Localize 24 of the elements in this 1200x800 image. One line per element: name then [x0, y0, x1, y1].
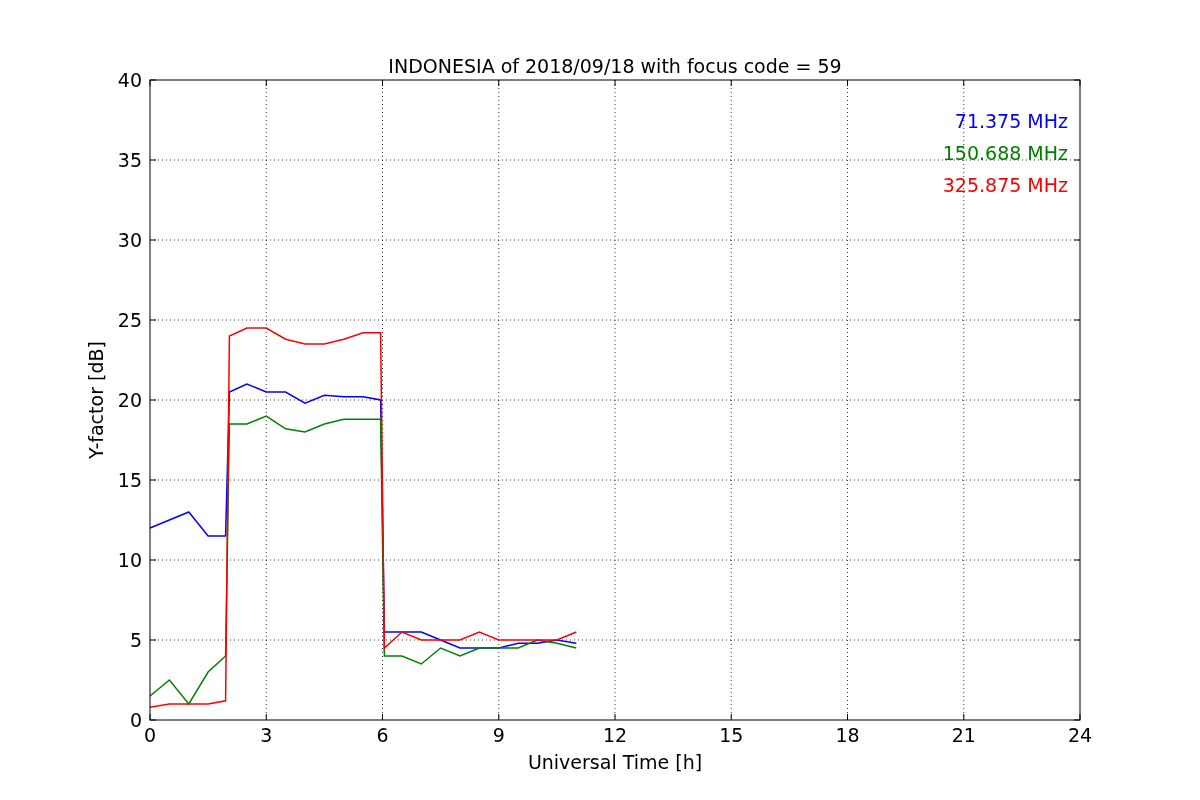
legend-label: 71.375 MHz — [954, 110, 1068, 132]
tick-label: 12 — [602, 724, 628, 746]
tick-label: 3 — [260, 724, 273, 746]
tick-label: 25 — [117, 309, 142, 331]
tick-label: 9 — [492, 724, 505, 746]
axis-title: Y-factor [dB] — [85, 341, 107, 459]
tick-label: 0 — [143, 724, 157, 746]
tick-label: 30 — [117, 229, 142, 251]
tick-label: 10 — [117, 549, 142, 571]
legend-label: 325.875 MHz — [942, 174, 1068, 196]
tick-label: 21 — [951, 724, 976, 746]
tick-label: 24 — [1067, 724, 1093, 746]
tick-label: 0 — [129, 709, 142, 731]
axis-title: Universal Time [h] — [527, 751, 703, 773]
tick-label: 15 — [117, 469, 142, 491]
tick-label: 35 — [117, 149, 142, 171]
tick-label: 15 — [719, 724, 744, 746]
tick-label: 18 — [835, 724, 860, 746]
tick-label: 20 — [117, 389, 142, 411]
tick-label: 40 — [117, 69, 142, 91]
chart-title: INDONESIA of 2018/09/18 with focus code = 59 — [388, 55, 842, 77]
tick-label: 5 — [129, 629, 142, 651]
legend-label: 150.688 MHz — [942, 142, 1068, 164]
tick-label: 6 — [376, 724, 389, 746]
